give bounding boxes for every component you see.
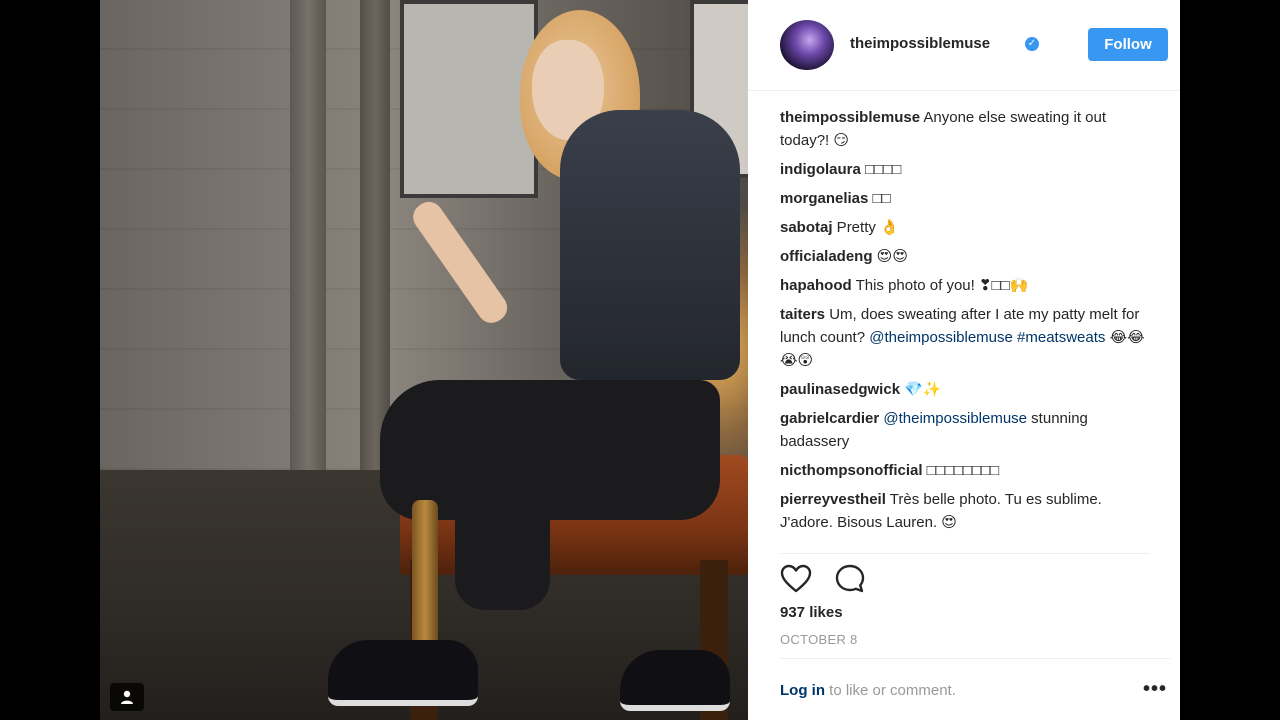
comment-text: □□□□□□□□ — [922, 462, 1000, 479]
comment-item: morganelias □□ — [780, 187, 1150, 210]
more-options-button[interactable]: ••• — [1143, 678, 1167, 701]
figure-legs — [380, 380, 720, 520]
heart-icon[interactable] — [780, 564, 812, 594]
comment-username[interactable]: sabotaj — [780, 219, 833, 236]
header-username[interactable]: theimpossiblemuse — [850, 35, 990, 52]
post-date: OCTOBER 8 — [780, 632, 858, 647]
login-link[interactable]: Log in — [780, 682, 825, 699]
comment-text: 💎✨ — [900, 381, 942, 398]
photo-pillar — [290, 0, 326, 470]
user-tag-icon[interactable] — [110, 683, 144, 711]
photo-pillar — [360, 0, 390, 470]
comment-text: Pretty 👌 — [832, 219, 899, 236]
comment-username[interactable]: pierreyvestheil — [780, 491, 886, 508]
comment-username[interactable]: hapahood — [780, 277, 852, 294]
comment-text: This photo of you! ❣□□🙌 — [851, 277, 1029, 294]
divider — [780, 658, 1170, 659]
comment-text: □□□□ — [860, 161, 902, 178]
follow-button[interactable]: Follow — [1088, 28, 1168, 61]
figure-tank-top — [560, 110, 740, 380]
verified-badge-icon: ✓ — [1025, 37, 1039, 51]
photo-window — [400, 0, 538, 198]
post-header: theimpossiblemuse ✓ Follow — [748, 0, 1180, 91]
comment-icon[interactable] — [834, 563, 866, 595]
figure-prosthetic-leg — [412, 500, 438, 650]
figure-shoe — [328, 640, 478, 706]
avatar[interactable] — [780, 20, 834, 70]
post-side-panel: theimpossiblemuse ✓ Follow theimpossible… — [748, 0, 1180, 720]
comment-username[interactable]: officialadeng — [780, 248, 873, 265]
divider — [780, 553, 1150, 554]
comment-item: nicthompsonofficial □□□□□□□□ — [780, 459, 1150, 482]
comment-username[interactable]: indigolaura — [780, 161, 861, 178]
comment-username[interactable]: theimpossiblemuse — [780, 109, 920, 126]
comment-text: □□ — [868, 190, 891, 207]
comment-username[interactable]: morganelias — [780, 190, 868, 207]
comment-mention-link[interactable]: @theimpossiblemuse #meatsweats — [869, 329, 1105, 346]
comment-item: theimpossiblemuse Anyone else sweating i… — [780, 106, 1150, 152]
comment-item: indigolaura □□□□ — [780, 158, 1150, 181]
comment-username[interactable]: taiters — [780, 306, 825, 323]
likes-count[interactable]: 937 likes — [780, 604, 843, 621]
comment-username[interactable]: gabrielcardier — [780, 410, 879, 427]
comment-item: gabrielcardier @theimpossiblemuse stunni… — [780, 407, 1150, 453]
comment-item: taiters Um, does sweating after I ate my… — [780, 303, 1150, 372]
user-tag-icon-glyph — [121, 690, 133, 704]
comment-username[interactable]: nicthompsonofficial — [780, 462, 923, 479]
comment-item: hapahood This photo of you! ❣□□🙌 — [780, 274, 1150, 297]
comment-username[interactable]: paulinasedgwick — [780, 381, 900, 398]
login-prompt-text: to like or comment. — [825, 682, 956, 699]
post-photo[interactable] — [100, 0, 748, 720]
comment-mention-link[interactable]: @theimpossiblemuse — [883, 410, 1027, 427]
comment-item: paulinasedgwick 💎✨ — [780, 378, 1150, 401]
comment-text: 😍😍 — [872, 248, 908, 265]
figure-shoe — [620, 650, 730, 711]
comment-item: pierreyvestheil Très belle photo. Tu es … — [780, 488, 1150, 534]
login-prompt: Log in to like or comment. — [780, 682, 956, 699]
comment-item: sabotaj Pretty 👌 — [780, 216, 1150, 239]
comment-item: officialadeng 😍😍 — [780, 245, 1150, 268]
comments-list: theimpossiblemuse Anyone else sweating i… — [780, 106, 1150, 540]
figure-calf — [455, 460, 550, 610]
post-actions — [780, 563, 866, 595]
